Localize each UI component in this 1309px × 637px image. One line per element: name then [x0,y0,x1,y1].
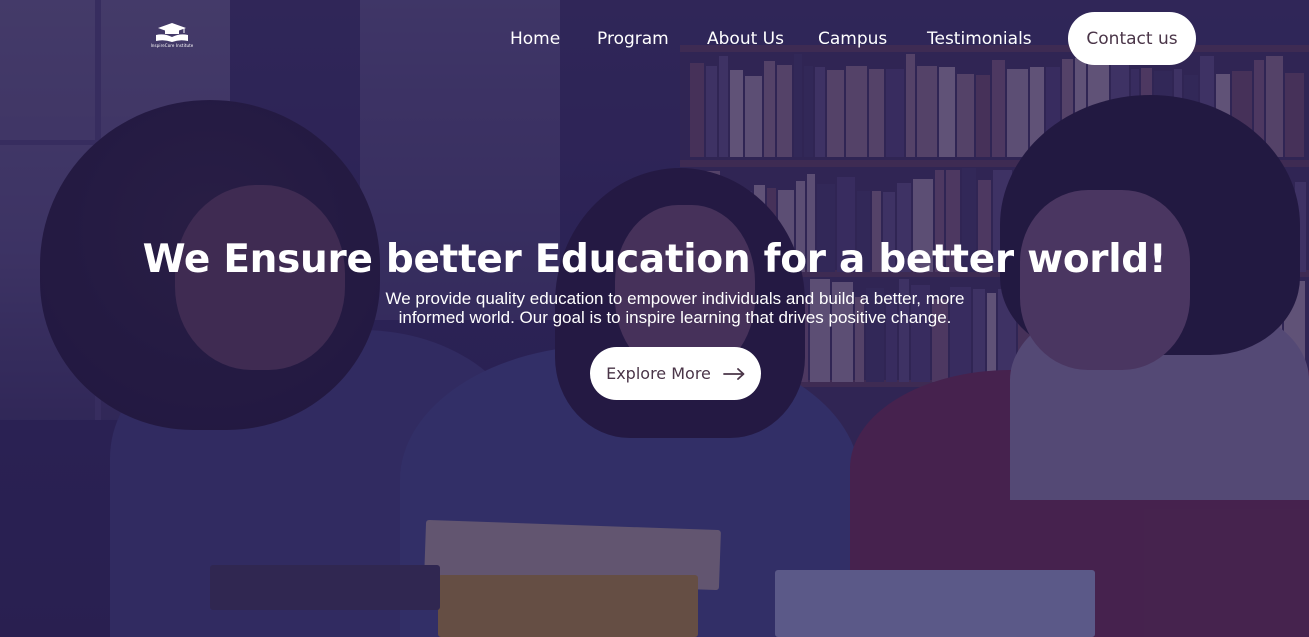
hero-description-line2: informed world. Our goal is to inspire l… [398,308,952,327]
hero-description-line1: We provide quality education to empower … [385,289,965,308]
explore-more-button[interactable]: Explore More [590,347,761,400]
brand-logo[interactable]: InspireCore Institute [148,22,196,56]
nav-item-home[interactable]: Home [510,27,560,51]
nav-item-testimonials[interactable]: Testimonials [927,27,1032,51]
brand-logo-text: InspireCore Institute [150,43,194,48]
hero-headline: We Ensure better Education for a better … [142,237,1167,282]
nav-item-program[interactable]: Program [597,27,669,51]
nav-item-campus[interactable]: Campus [818,27,887,51]
explore-more-label: Explore More [606,364,711,383]
graduation-cap-icon [156,23,188,42]
hero-description: We provide quality education to empower … [340,289,1010,327]
nav-item-about-us[interactable]: About Us [707,27,784,51]
arrow-right-icon [722,367,745,380]
hero-section: InspireCore Institute Home Program About… [0,0,1309,637]
top-navbar: InspireCore Institute Home Program About… [0,0,1309,80]
contact-us-button[interactable]: Contact us [1068,12,1196,65]
